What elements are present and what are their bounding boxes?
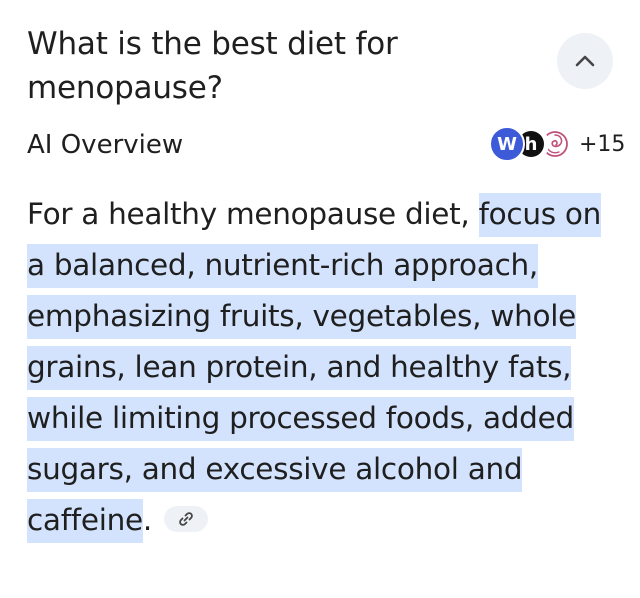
link-icon [179, 511, 193, 526]
source-stack[interactable]: W h +15 [489, 125, 625, 163]
answer-intro: For a healthy menopause diet, [27, 197, 479, 231]
answer-end: . [142, 503, 152, 537]
chevron-up-icon [575, 55, 595, 67]
source-link-button[interactable] [163, 505, 208, 532]
ai-overview-label: AI Overview [27, 130, 184, 160]
collapse-button[interactable] [557, 33, 613, 89]
overview-answer: For a healthy menopause diet, focus on a… [27, 189, 617, 546]
more-sources-count: +15 [579, 131, 626, 157]
answer-highlight: focus on a balanced, nutrient-rich appro… [27, 193, 601, 543]
question-heading: What is the best diet for menopause? [27, 26, 398, 106]
w-source-icon: W [489, 126, 525, 162]
